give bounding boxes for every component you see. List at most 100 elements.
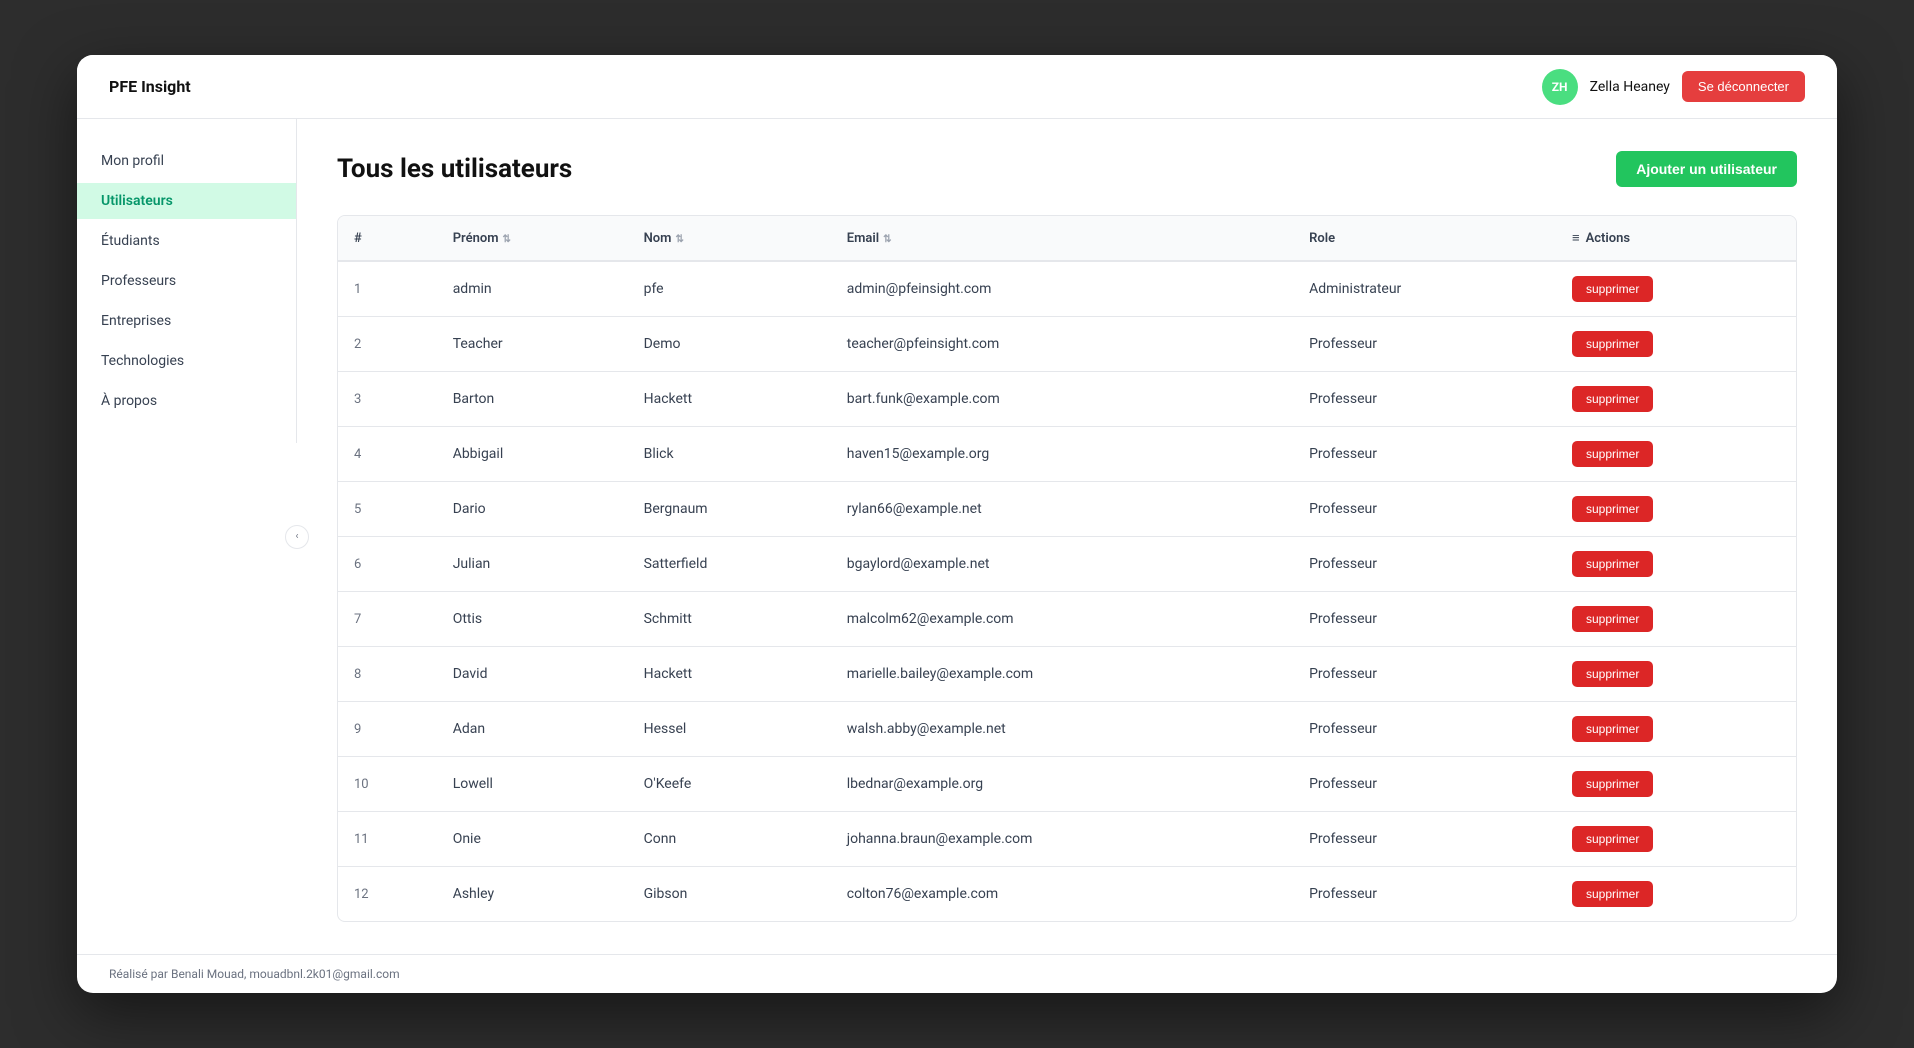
cell-actions: supprimer — [1556, 261, 1796, 317]
delete-button[interactable]: supprimer — [1572, 551, 1653, 577]
table-row: 5DarioBergnaumrylan66@example.netProfess… — [338, 482, 1796, 537]
cell-email: walsh.abby@example.net — [831, 702, 1293, 757]
sidebar-item-etudiants[interactable]: Étudiants — [77, 223, 296, 259]
cell-actions: supprimer — [1556, 592, 1796, 647]
table-row: 7OttisSchmittmalcolm62@example.comProfes… — [338, 592, 1796, 647]
sidebar-item-utilisateurs[interactable]: Utilisateurs — [77, 183, 296, 219]
cell-num: 10 — [338, 757, 437, 812]
cell-prenom: Onie — [437, 812, 628, 867]
cell-role: Professeur — [1293, 812, 1556, 867]
add-user-button[interactable]: Ajouter un utilisateur — [1616, 151, 1797, 187]
cell-role: Professeur — [1293, 427, 1556, 482]
footer: Réalisé par Benali Mouad, mouadbnl.2k01@… — [77, 954, 1837, 993]
sidebar-wrapper: Mon profil Utilisateurs Étudiants Professeu… — [77, 119, 297, 954]
cell-actions: supprimer — [1556, 812, 1796, 867]
table-row: 8DavidHackettmarielle.bailey@example.com… — [338, 647, 1796, 702]
table-body: 1adminpfeadmin@pfeinsight.comAdministrat… — [338, 261, 1796, 921]
cell-num: 6 — [338, 537, 437, 592]
cell-role: Professeur — [1293, 757, 1556, 812]
cell-nom: Gibson — [628, 867, 831, 922]
sidebar-collapse-button[interactable]: ‹ — [285, 525, 309, 549]
cell-actions: supprimer — [1556, 867, 1796, 922]
delete-button[interactable]: supprimer — [1572, 716, 1653, 742]
cell-email: bart.funk@example.com — [831, 372, 1293, 427]
cell-role: Professeur — [1293, 647, 1556, 702]
col-header-nom[interactable]: Nom⇅ — [628, 216, 831, 261]
table-row: 12AshleyGibsoncolton76@example.comProfes… — [338, 867, 1796, 922]
cell-role: Professeur — [1293, 372, 1556, 427]
cell-nom: Satterfield — [628, 537, 831, 592]
cell-role: Professeur — [1293, 702, 1556, 757]
cell-nom: Hackett — [628, 372, 831, 427]
cell-actions: supprimer — [1556, 647, 1796, 702]
main-content: Tous les utilisateurs Ajouter un utilisa… — [297, 119, 1837, 954]
delete-button[interactable]: supprimer — [1572, 606, 1653, 632]
cell-prenom: admin — [437, 261, 628, 317]
delete-button[interactable]: supprimer — [1572, 881, 1653, 907]
user-avatar: ZH — [1542, 69, 1578, 105]
body-layout: Mon profil Utilisateurs Étudiants Professeu… — [77, 119, 1837, 954]
delete-button[interactable]: supprimer — [1572, 496, 1653, 522]
delete-button[interactable]: supprimer — [1572, 386, 1653, 412]
cell-num: 7 — [338, 592, 437, 647]
page-title: Tous les utilisateurs — [337, 154, 572, 184]
logout-button[interactable]: Se déconnecter — [1682, 71, 1805, 102]
sort-icon-nom: ⇅ — [675, 234, 683, 245]
cell-num: 1 — [338, 261, 437, 317]
cell-num: 8 — [338, 647, 437, 702]
cell-email: haven15@example.org — [831, 427, 1293, 482]
col-header-prenom[interactable]: Prénom⇅ — [437, 216, 628, 261]
footer-text: Réalisé par Benali Mouad, mouadbnl.2k01@… — [109, 967, 400, 981]
filter-icon: ≡ — [1572, 231, 1580, 246]
delete-button[interactable]: supprimer — [1572, 441, 1653, 467]
cell-actions: supprimer — [1556, 757, 1796, 812]
cell-nom: Demo — [628, 317, 831, 372]
sidebar-item-professeurs[interactable]: Professeurs — [77, 263, 296, 299]
col-header-email[interactable]: Email⇅ — [831, 216, 1293, 261]
sidebar-item-technologies[interactable]: Technologies — [77, 343, 296, 379]
users-table: #Prénom⇅Nom⇅Email⇅Role≡Actions 1adminpfe… — [338, 216, 1796, 921]
cell-role: Professeur — [1293, 537, 1556, 592]
cell-prenom: Dario — [437, 482, 628, 537]
delete-button[interactable]: supprimer — [1572, 826, 1653, 852]
page-header: Tous les utilisateurs Ajouter un utilisa… — [337, 151, 1797, 187]
delete-button[interactable]: supprimer — [1572, 276, 1653, 302]
users-table-container: #Prénom⇅Nom⇅Email⇅Role≡Actions 1adminpfe… — [337, 215, 1797, 922]
cell-email: bgaylord@example.net — [831, 537, 1293, 592]
delete-button[interactable]: supprimer — [1572, 661, 1653, 687]
cell-email: rylan66@example.net — [831, 482, 1293, 537]
app-window: PFE Insight ZH Zella Heaney Se déconnect… — [77, 55, 1837, 993]
cell-num: 5 — [338, 482, 437, 537]
cell-num: 9 — [338, 702, 437, 757]
cell-num: 11 — [338, 812, 437, 867]
cell-num: 12 — [338, 867, 437, 922]
cell-nom: Bergnaum — [628, 482, 831, 537]
table-row: 1adminpfeadmin@pfeinsight.comAdministrat… — [338, 261, 1796, 317]
cell-email: colton76@example.com — [831, 867, 1293, 922]
table-row: 11OnieConnjohanna.braun@example.comProfe… — [338, 812, 1796, 867]
cell-email: lbednar@example.org — [831, 757, 1293, 812]
cell-nom: Conn — [628, 812, 831, 867]
cell-nom: Blick — [628, 427, 831, 482]
delete-button[interactable]: supprimer — [1572, 331, 1653, 357]
cell-prenom: Julian — [437, 537, 628, 592]
cell-role: Professeur — [1293, 317, 1556, 372]
cell-role: Administrateur — [1293, 261, 1556, 317]
col-header-role: Role — [1293, 216, 1556, 261]
cell-email: malcolm62@example.com — [831, 592, 1293, 647]
cell-prenom: Lowell — [437, 757, 628, 812]
cell-actions: supprimer — [1556, 702, 1796, 757]
table-row: 6JulianSatterfieldbgaylord@example.netPr… — [338, 537, 1796, 592]
cell-nom: pfe — [628, 261, 831, 317]
sidebar-item-mon-profil[interactable]: Mon profil — [77, 143, 296, 179]
sidebar-item-a-propos[interactable]: À propos — [77, 383, 296, 419]
cell-nom: Schmitt — [628, 592, 831, 647]
sidebar: Mon profil Utilisateurs Étudiants Professeu… — [77, 119, 297, 443]
delete-button[interactable]: supprimer — [1572, 771, 1653, 797]
app-logo: PFE Insight — [109, 77, 191, 96]
cell-nom: Hessel — [628, 702, 831, 757]
cell-email: marielle.bailey@example.com — [831, 647, 1293, 702]
sidebar-item-entreprises[interactable]: Entreprises — [77, 303, 296, 339]
header-right: ZH Zella Heaney Se déconnecter — [1542, 69, 1805, 105]
cell-actions: supprimer — [1556, 482, 1796, 537]
